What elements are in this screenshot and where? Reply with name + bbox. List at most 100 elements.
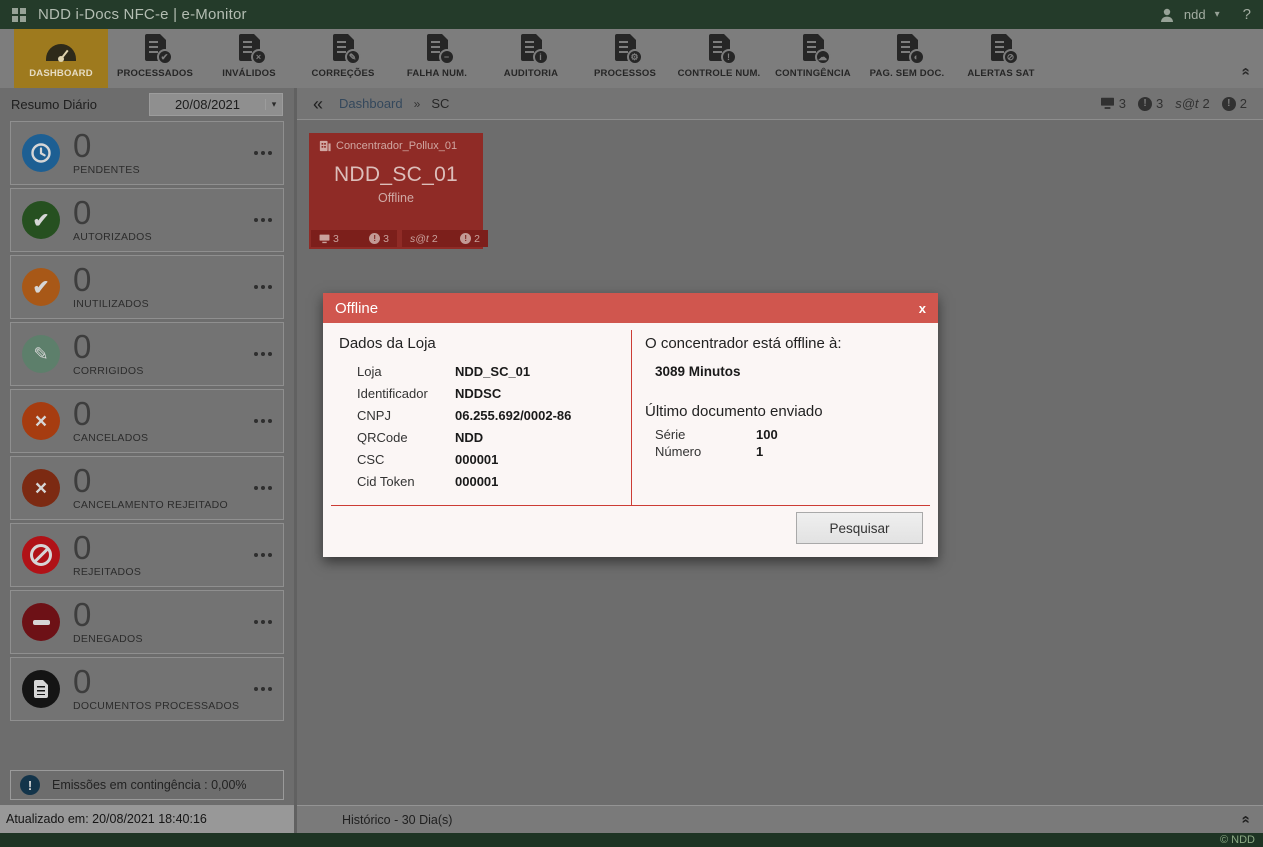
exclamation-icon: ! <box>20 775 40 795</box>
user-avatar-icon <box>1159 7 1175 23</box>
date-picker[interactable]: 20/08/2021 ▾ <box>149 92 283 116</box>
dialog-header[interactable]: Offline x <box>323 293 938 323</box>
breadcrumb: « Dashboard » SC 3 ! 3 s@t 2 ! 2 <box>297 88 1263 120</box>
toolbar-item-dashboard[interactable]: DASHBOARD <box>14 29 108 88</box>
last-updated-bar: Atualizado em: 20/08/2021 18:40:16 <box>0 805 294 833</box>
doc-pencil-icon: ✎ <box>332 34 361 65</box>
toolbar-item-processos[interactable]: ⚙ PROCESSOS <box>578 29 672 88</box>
breadcrumb-current: SC <box>431 96 450 111</box>
last-doc-row: Número 1 <box>655 444 764 459</box>
card-rejeitados[interactable]: 0 REJEITADOS <box>10 523 284 587</box>
offline-minutes: 3089 Minutos <box>655 364 741 379</box>
minus-circle-icon <box>22 603 60 641</box>
exclamation-icon: ! <box>1221 96 1236 111</box>
last-updated-text: Atualizado em: 20/08/2021 18:40:16 <box>6 812 207 826</box>
history-collapse-icon[interactable]: » <box>1236 815 1253 823</box>
title-bar: NDD i-Docs NFC-e | e-Monitor ndd ▾ ? <box>0 0 1263 29</box>
concentrator-tile-offline[interactable]: Concentrador_Pollux_01 NDD_SC_01 Offline… <box>309 133 488 249</box>
chevron-down-icon[interactable]: ▾ <box>1215 9 1220 20</box>
summary-sidebar: Resumo Diário 20/08/2021 ▾ 0 PENDENTES ✔ … <box>0 88 297 833</box>
last-doc-heading: Último documento enviado <box>645 403 823 420</box>
more-options-icon[interactable] <box>254 218 272 222</box>
card-autorizados[interactable]: ✔ 0 AUTORIZADOS <box>10 188 284 252</box>
doc-minus-icon: − <box>426 34 455 65</box>
card-cancelados[interactable]: × 0 CANCELADOS <box>10 389 284 453</box>
toolbar-item-falha-num[interactable]: − FALHA NUM. <box>390 29 484 88</box>
x-circle-icon: × <box>22 469 60 507</box>
offline-heading: O concentrador está offline à: <box>645 335 842 352</box>
divider <box>631 330 632 505</box>
user-menu[interactable]: ndd <box>1184 7 1206 22</box>
doc-check-icon: ✔ <box>144 34 173 65</box>
help-button[interactable]: ? <box>1243 6 1251 23</box>
offline-dialog: Offline x Dados da Loja Loja NDD_SC_01 Id… <box>323 293 938 557</box>
monitor-icon <box>1100 97 1115 110</box>
toolbar-item-auditoria[interactable]: i AUDITORIA <box>484 29 578 88</box>
toolbar-item-controle-num[interactable]: ! CONTROLE NUM. <box>672 29 766 88</box>
store-row: Cid Token 000001 <box>357 473 499 489</box>
toolbar-item-invalidos[interactable]: × INVÁLIDOS <box>202 29 296 88</box>
card-documentos-processados[interactable]: 0 DOCUMENTOS PROCESSADOS <box>10 657 284 721</box>
monitor-count-badge: 3 <box>1100 96 1126 111</box>
more-options-icon[interactable] <box>254 419 272 423</box>
divider <box>331 505 930 506</box>
error-count-badge: ! 2 <box>1221 96 1247 111</box>
card-cancelamento-rejeitado[interactable]: × 0 CANCELAMENTO REJEITADO <box>10 456 284 520</box>
toolbar-item-correcoes[interactable]: ✎ CORREÇÕES <box>296 29 390 88</box>
more-options-icon[interactable] <box>254 620 272 624</box>
more-options-icon[interactable] <box>254 486 272 490</box>
doc-cloud-icon: ☁ <box>802 34 831 65</box>
breadcrumb-separator: » <box>413 96 421 111</box>
more-options-icon[interactable] <box>254 352 272 356</box>
status-badges: 3 ! 3 s@t 2 ! 2 <box>1100 96 1247 111</box>
date-value: 20/08/2021 <box>174 96 241 112</box>
store-data-heading: Dados da Loja <box>339 335 436 352</box>
check-icon: ✔ <box>22 201 60 239</box>
close-icon[interactable]: x <box>919 301 926 316</box>
more-options-icon[interactable] <box>254 151 272 155</box>
exclamation-icon: ! <box>460 233 472 244</box>
alert-count-badge: ! 3 <box>1137 96 1163 111</box>
footer-bar: © NDD <box>0 833 1263 847</box>
document-icon <box>22 670 60 708</box>
card-corrigidos[interactable]: ✎ 0 CORRIGIDOS <box>10 322 284 386</box>
check-warning-icon: ✔ <box>22 268 60 306</box>
pencil-icon: ✎ <box>22 335 60 373</box>
more-options-icon[interactable] <box>254 285 272 289</box>
back-chevrons-icon[interactable]: « <box>313 95 323 113</box>
sat-count-badge: s@t 2 <box>1175 96 1210 111</box>
toolbar-item-contingencia[interactable]: ☁ CONTINGÊNCIA <box>766 29 860 88</box>
toolbar-item-processados[interactable]: ✔ PROCESSADOS <box>108 29 202 88</box>
dialog-title: Offline <box>335 299 379 317</box>
toolbar-item-pag-sem-doc[interactable]: ◐ PAG. SEM DOC. <box>860 29 954 88</box>
store-row: Loja NDD_SC_01 <box>357 363 531 379</box>
search-button[interactable]: Pesquisar <box>796 512 923 544</box>
server-icon <box>319 140 331 152</box>
chevron-down-icon: ▾ <box>265 98 282 110</box>
tile-status: Offline <box>378 191 414 205</box>
history-label: Histórico - 30 Dia(s) <box>342 812 453 827</box>
main-toolbar: DASHBOARD ✔ PROCESSADOS × INVÁLIDOS ✎ CO… <box>0 29 1263 88</box>
breadcrumb-link-dashboard[interactable]: Dashboard <box>339 96 403 111</box>
doc-alert-icon: ! <box>708 34 737 65</box>
more-options-icon[interactable] <box>254 687 272 691</box>
e-monitor-app: NDD i-Docs NFC-e | e-Monitor ndd ▾ ? DAS… <box>0 0 1263 847</box>
last-doc-row: Série 100 <box>655 427 778 442</box>
history-bar: Histórico - 30 Dia(s) » <box>297 805 1263 833</box>
doc-gear-icon: ⚙ <box>614 34 643 65</box>
more-options-icon[interactable] <box>254 553 272 557</box>
doc-x-icon: × <box>238 34 267 65</box>
tile-badge-left: 3 ! 3 <box>311 230 397 247</box>
doc-info-icon: i <box>520 34 549 65</box>
card-pendentes[interactable]: 0 PENDENTES <box>10 121 284 185</box>
store-row: QRCode NDD <box>357 429 484 445</box>
copyright: © NDD <box>1220 833 1255 846</box>
store-row: CNPJ 06.255.692/0002-86 <box>357 407 572 423</box>
toolbar-item-alertas-sat[interactable]: ⊘ ALERTAS SAT <box>954 29 1048 88</box>
toolbar-collapse-icon[interactable]: » <box>1236 67 1253 75</box>
contingency-text: Emissões em contingência : 0,00% <box>52 778 247 792</box>
card-inutilizados[interactable]: ✔ 0 INUTILIZADOS <box>10 255 284 319</box>
card-denegados[interactable]: 0 DENEGADOS <box>10 590 284 654</box>
tile-badge-right: s@t 2 ! 2 <box>402 230 488 247</box>
monitor-icon <box>319 234 330 244</box>
